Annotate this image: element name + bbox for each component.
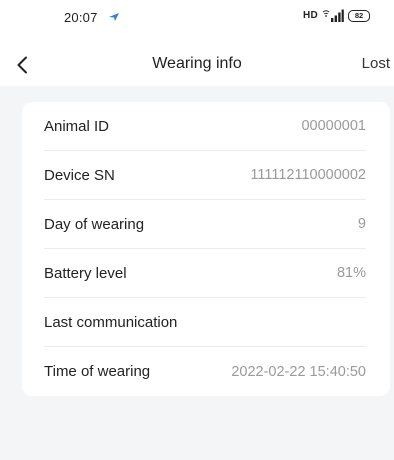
navigation-bar: Wearing info Lost [0,44,394,86]
battery-icon: 82 [348,9,370,22]
info-row-battery-level: Battery level 81% [44,249,366,298]
network-type-label: HD [302,10,318,21]
content-area: Animal ID 00000001 Device SN 11111211000… [0,86,394,460]
status-time: 20:07 [64,10,98,25]
info-label: Time of wearing [44,363,151,380]
wearing-info-card: Animal ID 00000001 Device SN 11111211000… [22,102,390,396]
info-label: Battery level [44,264,127,282]
info-row-device-sn: Device SN 111112110000002 [44,151,366,200]
info-row-day-of-wearing: Day of wearing 9 [44,200,366,249]
info-value: 111112110000002 [250,167,366,183]
location-arrow-icon [109,13,119,21]
status-bar: 20:07 HD 82 [0,0,394,40]
cellular-signal-icon [322,9,344,22]
info-value: 9 [357,216,366,232]
info-label: Animal ID [44,117,110,135]
lost-button[interactable]: Lost [362,55,390,72]
info-value: 81% [336,265,366,281]
info-label: Day of wearing [44,215,145,233]
info-row-animal-id: Animal ID 00000001 [44,102,366,151]
page-title: Wearing info [152,55,242,72]
battery-level-text: 82 [354,10,364,20]
info-value: 00000001 [301,118,366,134]
info-row-time-of-wearing: Time of wearing 2022-02-22 15:40:50 [44,347,366,396]
status-indicators: HD 82 [303,9,370,22]
info-label: Last communication [44,313,178,331]
info-value: 2022-02-22 15:40:50 [231,363,366,380]
info-row-last-communication: Last communication [44,298,366,347]
info-label: Device SN [44,166,115,184]
